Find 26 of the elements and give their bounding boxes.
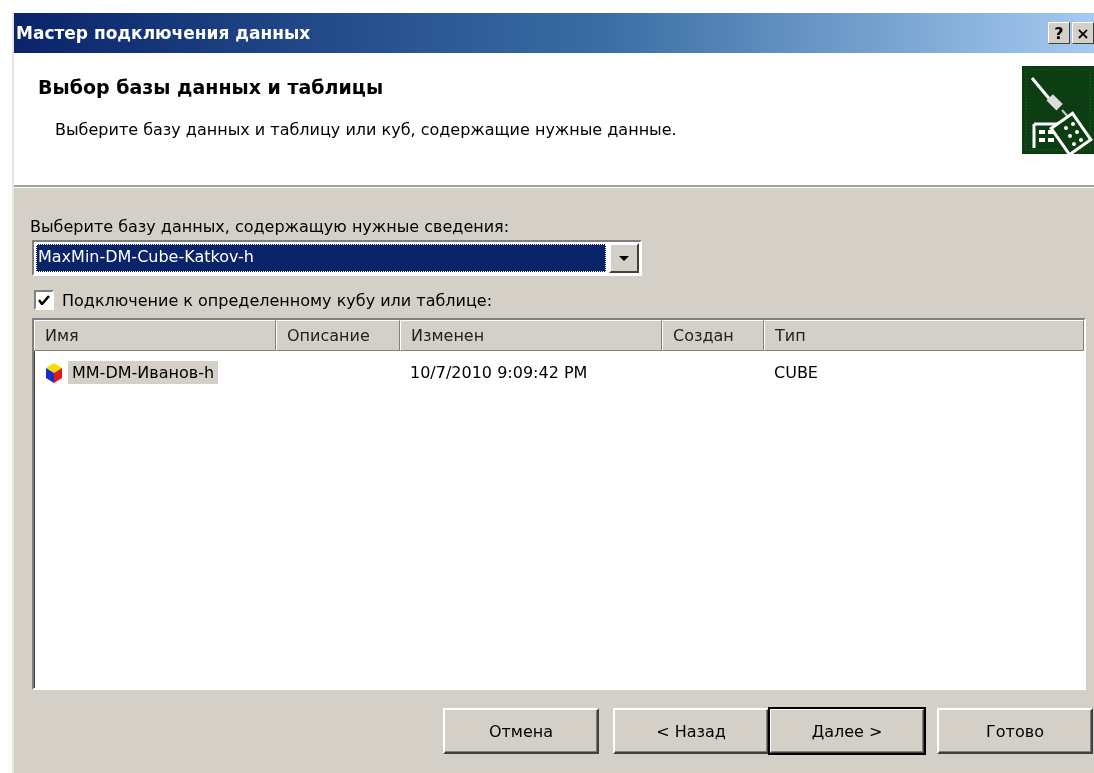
close-button[interactable]: × <box>1072 22 1094 44</box>
wizard-button[interactable]: < Назад <box>613 708 769 754</box>
column-header[interactable]: Имя <box>34 320 276 351</box>
column-header[interactable]: Создан <box>662 320 764 351</box>
window-title: Мастер подключения данных <box>16 23 312 43</box>
checkbox[interactable] <box>34 290 54 310</box>
database-label: Выберите базу данных, содержащую нужные сведения: <box>30 217 511 236</box>
page-subtitle: Выберите базу данных и таблицу или куб, содержащие нужные данные. <box>55 120 678 139</box>
database-dropdown[interactable]: MaxMin-DM-Cube-Katkov-h <box>32 240 642 276</box>
caret-icon <box>619 255 629 261</box>
help-button[interactable]: ? <box>1048 22 1070 44</box>
selected-value: MaxMin-DM-Cube-Katkov-h <box>36 244 606 272</box>
column-header[interactable]: Тип <box>764 320 1084 351</box>
dropdown-button[interactable] <box>609 243 639 273</box>
column-header[interactable]: Изменен <box>400 320 662 351</box>
check-icon <box>38 295 50 305</box>
wizard-button[interactable]: Отмена <box>443 708 599 754</box>
checkbox-label: Подключение к определенному кубу или таблице: <box>62 290 493 310</box>
page-title: Выбор базы данных и таблицы <box>38 76 385 98</box>
wizard-button[interactable]: Далее > <box>769 708 925 754</box>
table-cell: CUBE <box>774 363 818 382</box>
list-item[interactable]: MM-DM-Иванов-h <box>68 361 219 384</box>
wizard-button[interactable]: Готово <box>937 708 1093 754</box>
column-header[interactable]: Описание <box>276 320 400 351</box>
cube-icon <box>44 361 64 384</box>
table-cell: 10/7/2010 9:09:42 PM <box>410 363 588 382</box>
